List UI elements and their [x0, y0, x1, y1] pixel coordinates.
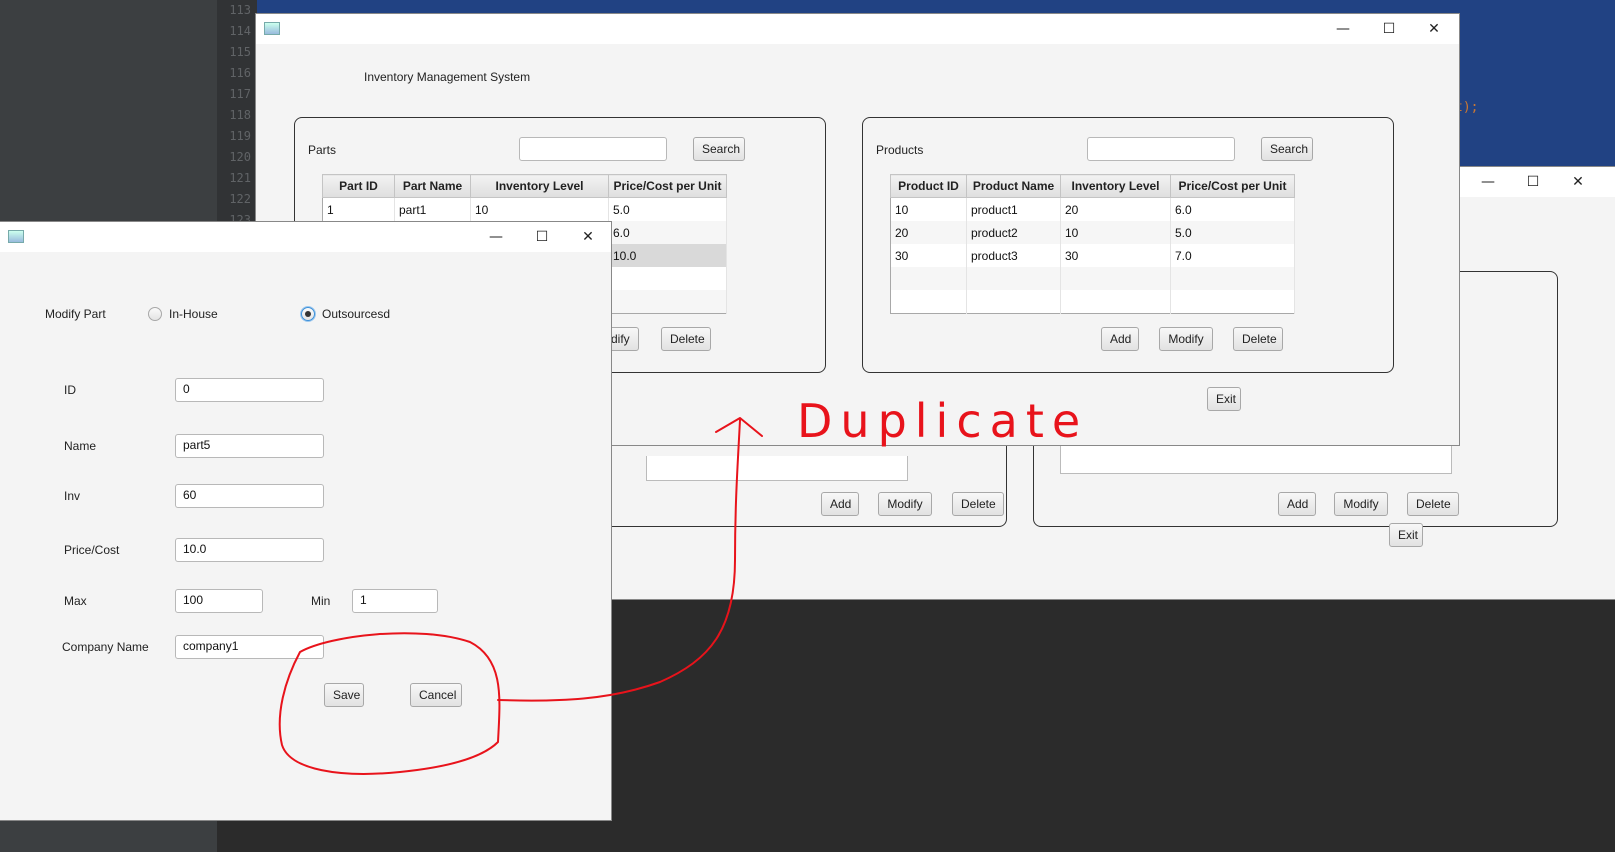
duplicate-annotation-text: Duplicate	[797, 394, 1088, 448]
annotation-overlay: Duplicate	[278, 394, 1088, 775]
arrow-annotation	[497, 419, 741, 702]
circle-annotation	[278, 632, 501, 775]
